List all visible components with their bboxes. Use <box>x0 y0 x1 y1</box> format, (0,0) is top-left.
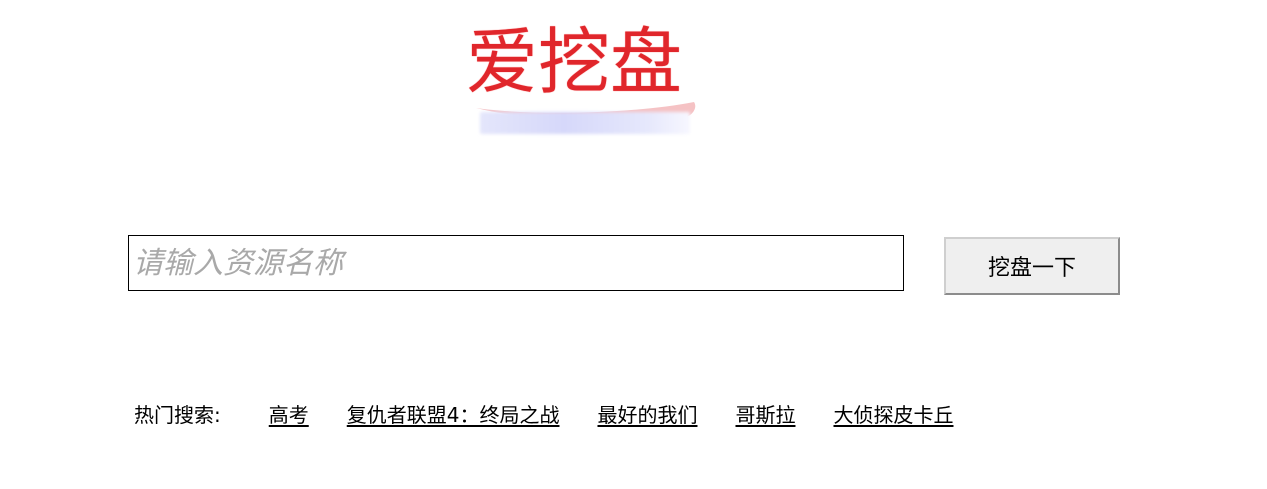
logo-text: 爱挖盘 <box>466 20 683 104</box>
search-button[interactable]: 挖盘一下 <box>944 237 1120 295</box>
hot-searches-label: 热门搜索: <box>134 402 221 427</box>
hot-search-link[interactable]: 最好的我们 <box>597 399 697 428</box>
site-logo[interactable]: 爱挖盘 <box>462 18 702 138</box>
search-input[interactable] <box>128 235 904 291</box>
hot-search-link[interactable]: 高考 <box>269 399 309 428</box>
hot-search-link[interactable]: 哥斯拉 <box>735 399 795 428</box>
hot-search-link[interactable]: 复仇者联盟4：终局之战 <box>347 399 560 428</box>
hot-searches: 热门搜索: 高考 复仇者联盟4：终局之战 最好的我们 哥斯拉 大侦探皮卡丘 <box>134 397 991 429</box>
logo-blurred-tagline <box>480 112 690 134</box>
hot-search-link[interactable]: 大侦探皮卡丘 <box>833 399 953 428</box>
